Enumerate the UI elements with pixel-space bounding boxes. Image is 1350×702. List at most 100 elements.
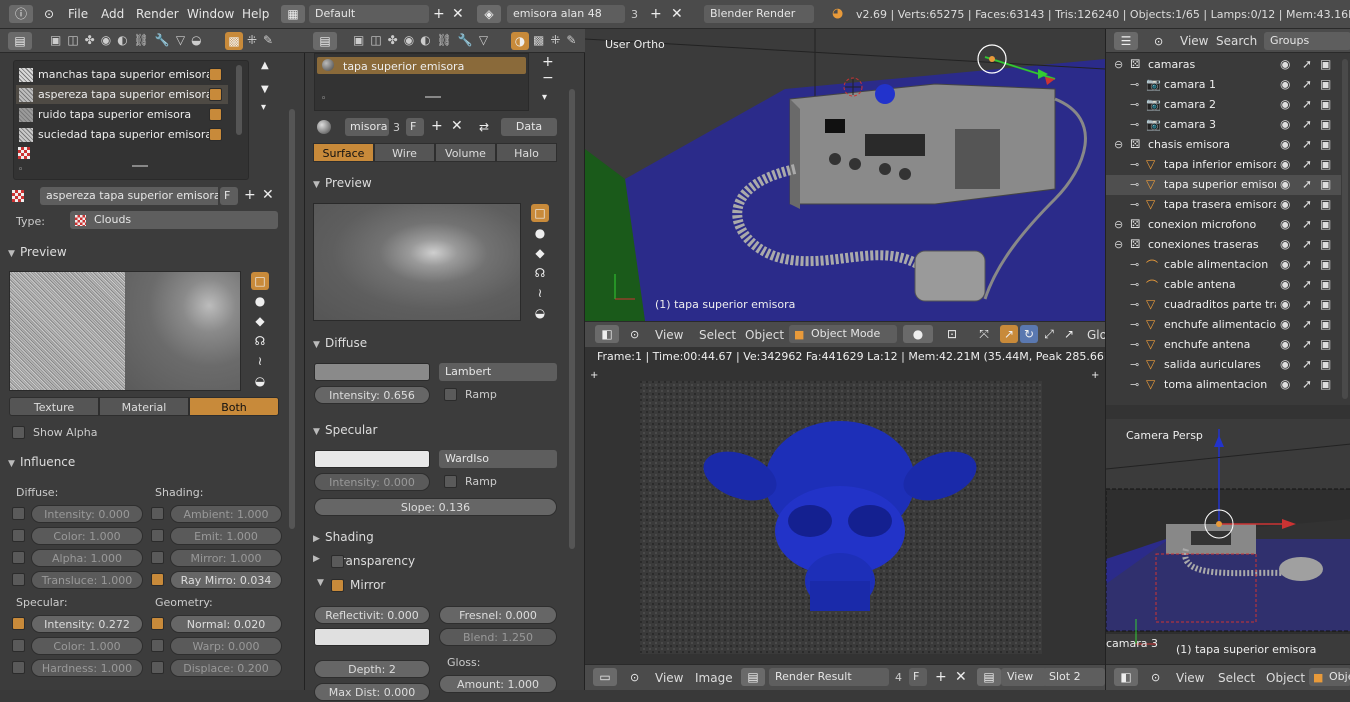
selectable-cursor-icon[interactable]: ➚ xyxy=(1302,177,1312,191)
render-camera-icon[interactable]: ▣ xyxy=(1320,317,1331,331)
manipulator-icon[interactable]: ⤧ xyxy=(975,325,993,343)
influence-checkbox[interactable] xyxy=(151,507,164,520)
selectable-cursor-icon[interactable]: ➚ xyxy=(1302,277,1312,291)
influence-factor-field[interactable]: Intensity: 0.272 xyxy=(31,615,143,633)
influence-factor-field[interactable]: Color: 1.000 xyxy=(31,637,143,655)
render-camera-icon[interactable]: ▣ xyxy=(1320,357,1331,371)
properties-editor-icon-2[interactable]: ▤ xyxy=(313,32,337,50)
influence-checkbox[interactable] xyxy=(151,661,164,674)
outliner-editor-icon[interactable]: ☰ xyxy=(1114,32,1138,50)
image-name-field[interactable]: Render Result xyxy=(769,668,889,686)
view-mode-icon[interactable]: ▤ xyxy=(977,668,1001,686)
3d-view-editor-icon-2[interactable]: ◧ xyxy=(1114,668,1138,686)
show-alpha-checkbox[interactable] xyxy=(12,426,25,439)
depth-field[interactable]: Depth: 2 xyxy=(314,660,430,678)
mat-preview-sphere-icon[interactable]: ● xyxy=(531,224,549,242)
render-camera-icon[interactable]: ▣ xyxy=(1320,97,1331,111)
render-engine-select[interactable]: Blender Render xyxy=(704,5,814,23)
diffuse-ramp-checkbox[interactable] xyxy=(444,388,457,401)
material-list-resize[interactable] xyxy=(425,96,441,98)
render-camera-icon[interactable]: ▣ xyxy=(1320,117,1331,131)
diffuse-section-header[interactable]: ▼ Diffuse xyxy=(305,332,565,354)
delete-screen-icon[interactable]: ✕ xyxy=(452,5,464,23)
move-slot-down-icon[interactable]: ▼ xyxy=(261,81,269,99)
influence-factor-field[interactable]: Ambient: 1.000 xyxy=(170,505,282,523)
image-browse-icon[interactable]: ▤ xyxy=(741,668,765,686)
outliner-row[interactable]: ⊸ ▽ cuadraditos parte tras ◉ ➚ ▣ xyxy=(1106,295,1341,315)
image-fake-user[interactable]: F xyxy=(909,668,927,686)
visibility-eye-icon[interactable]: ◉ xyxy=(1280,57,1290,71)
influence-checkbox[interactable] xyxy=(151,551,164,564)
mat-preview-world-icon[interactable]: ◒ xyxy=(531,304,549,322)
remove-material-slot-icon[interactable]: − xyxy=(542,69,554,87)
view-mode-select[interactable]: View xyxy=(1001,668,1047,686)
screen-layout-field[interactable]: Default xyxy=(309,5,429,23)
image-editor[interactable]: Frame:1 | Time:00:44.67 | Ve:342962 Fa:4… xyxy=(585,347,1105,690)
object-mode-select[interactable]: Object Mode xyxy=(789,325,897,343)
render-camera-icon[interactable]: ▣ xyxy=(1320,237,1331,251)
influence-checkbox[interactable] xyxy=(12,551,25,564)
outliner-hscroll[interactable] xyxy=(1106,405,1350,419)
influence-factor-field[interactable]: Transluce: 1.000 xyxy=(31,571,143,589)
render-camera-icon[interactable]: ▣ xyxy=(1320,177,1331,191)
collapse-icon-4[interactable]: ⊙ xyxy=(1151,669,1160,687)
influence-checkbox[interactable] xyxy=(151,639,164,652)
influence-factor-field[interactable]: Mirror: 1.000 xyxy=(170,549,282,567)
properties-editor-icon[interactable]: ▤ xyxy=(8,32,32,50)
reflectivity-field[interactable]: Reflectivit: 0.000 xyxy=(314,606,430,624)
new-texture-icon[interactable]: + xyxy=(244,186,256,204)
region-plus-icon-2[interactable]: + xyxy=(1091,367,1099,385)
specular-shader-select[interactable]: WardIso xyxy=(439,450,557,468)
menu-file[interactable]: File xyxy=(68,7,88,21)
mirror-collapse-icon[interactable]: ▼ xyxy=(317,578,324,588)
texture-slot-row[interactable]: suciedad tapa superior emisora xyxy=(16,125,228,144)
collapse-menu-icon[interactable]: ⊙ xyxy=(44,5,54,23)
selectable-cursor-icon[interactable]: ➚ xyxy=(1302,157,1312,171)
screen-layout-icon[interactable]: ▦ xyxy=(281,5,305,23)
influence-checkbox[interactable] xyxy=(12,529,25,542)
visibility-eye-icon[interactable]: ◉ xyxy=(1280,317,1290,331)
outliner-row[interactable]: ⊸ ▽ toma alimentacion ◉ ➚ ▣ xyxy=(1106,375,1341,395)
slot-list-scrollbar[interactable] xyxy=(236,65,242,135)
visibility-eye-icon[interactable]: ◉ xyxy=(1280,357,1290,371)
preview-sphere-icon[interactable]: ● xyxy=(251,292,269,310)
expand-toggle-icon[interactable]: ⊖ xyxy=(1114,218,1123,231)
expand-toggle-icon[interactable]: ⊖ xyxy=(1114,138,1123,151)
collapse-icon-2[interactable]: ⊙ xyxy=(630,669,639,687)
render-camera-icon[interactable]: ▣ xyxy=(1320,297,1331,311)
object-menu[interactable]: Object xyxy=(745,328,784,342)
pivot-icon[interactable]: ⊡ xyxy=(943,325,961,343)
transparency-checkbox[interactable] xyxy=(331,555,344,568)
selectable-cursor-icon[interactable]: ➚ xyxy=(1302,337,1312,351)
render-camera-icon[interactable]: ▣ xyxy=(1320,277,1331,291)
translate-icon[interactable]: ↗ xyxy=(1000,325,1018,343)
outliner-view-menu[interactable]: View xyxy=(1180,34,1208,48)
texture-slot-enable-checkbox[interactable] xyxy=(209,88,222,101)
unlink-texture-icon[interactable]: ✕ xyxy=(262,186,274,204)
preview-tab-material[interactable]: Material xyxy=(99,397,189,416)
outliner-display-select[interactable]: Groups xyxy=(1264,32,1350,50)
outliner-scrollbar[interactable] xyxy=(1342,59,1348,399)
texture-slot-enable-checkbox[interactable] xyxy=(209,108,222,121)
preview-section-header[interactable]: ▼ Preview xyxy=(0,241,280,263)
outliner-row[interactable]: ⊸ 📷 camara 1 ◉ ➚ ▣ xyxy=(1106,75,1341,95)
material-tab-surface[interactable]: Surface xyxy=(313,143,374,162)
mat-preview-hair-icon[interactable]: ≀ xyxy=(531,284,549,302)
menu-window[interactable]: Window xyxy=(187,7,234,21)
outliner-row[interactable]: ⊖ ⚄ conexiones traseras ◉ ➚ ▣ xyxy=(1106,235,1341,255)
visibility-eye-icon[interactable]: ◉ xyxy=(1280,237,1290,251)
visibility-eye-icon[interactable]: ◉ xyxy=(1280,77,1290,91)
influence-checkbox[interactable] xyxy=(12,507,25,520)
orientation-icon[interactable]: ↗ xyxy=(1060,325,1078,343)
slot-menu-icon[interactable]: ▾ xyxy=(261,99,266,117)
outliner-row[interactable]: ⊸ ▽ tapa superior emisora ◉ ➚ ▣ xyxy=(1106,175,1341,195)
max-dist-field[interactable]: Max Dist: 0.000 xyxy=(314,683,430,701)
link-icon[interactable]: ⇄ xyxy=(475,118,493,136)
influence-checkbox[interactable] xyxy=(151,573,164,586)
texture-slot-row[interactable]: ruido tapa superior emisora xyxy=(16,105,228,124)
outliner-row[interactable]: ⊖ ⚄ conexion microfono ◉ ➚ ▣ xyxy=(1106,215,1341,235)
add-slot-icon[interactable]: ◦ xyxy=(18,165,23,175)
influence-factor-field[interactable]: Ray Mirro: 0.034 xyxy=(170,571,282,589)
blend-field[interactable]: Blend: 1.250 xyxy=(439,628,557,646)
influence-factor-field[interactable]: Emit: 1.000 xyxy=(170,527,282,545)
